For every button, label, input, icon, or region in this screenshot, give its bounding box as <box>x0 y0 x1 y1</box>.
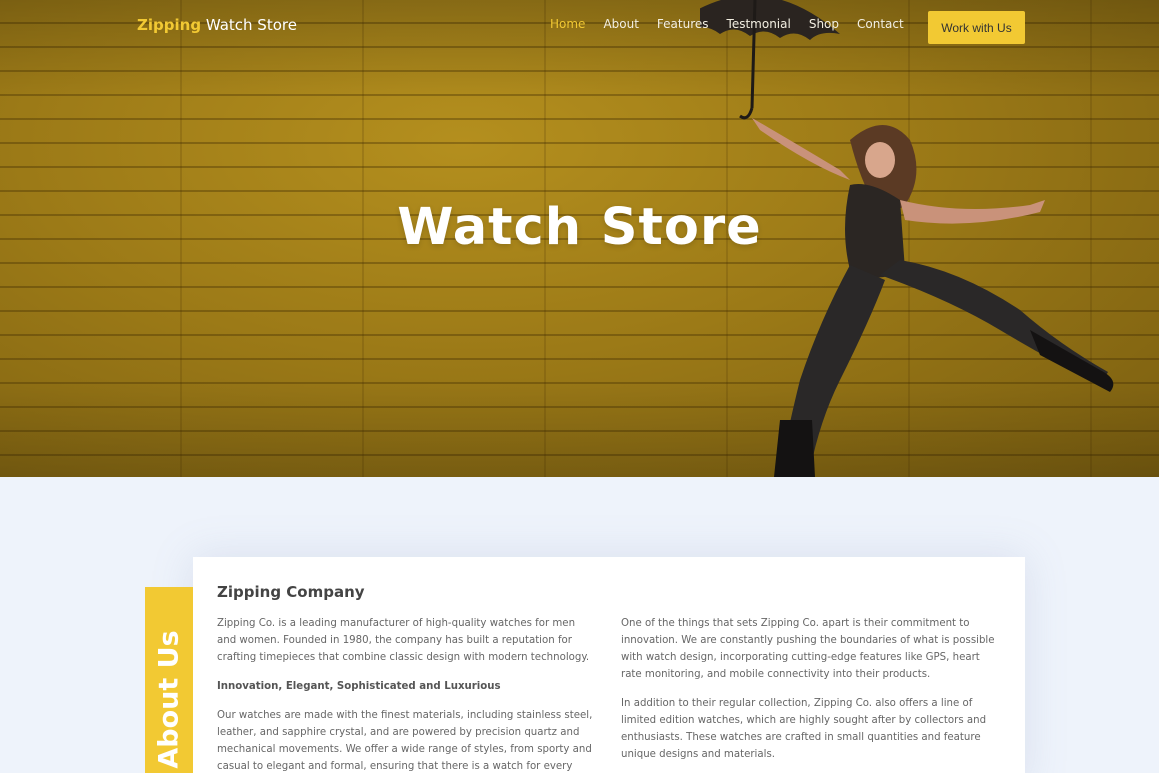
nav-link-shop[interactable]: Shop <box>809 17 839 31</box>
nav-link-features[interactable]: Features <box>657 17 709 31</box>
about-paragraph: Zipping Co. is a leading manufacturer of… <box>217 618 590 663</box>
nav-link-home[interactable]: Home <box>550 17 585 31</box>
about-card: Zipping Company Zipping Co. is a leading… <box>193 557 1025 773</box>
about-left-column: Zipping Co. is a leading manufacturer of… <box>217 615 597 773</box>
about-paragraph: In addition to their regular collection,… <box>621 698 987 760</box>
nav-link-about[interactable]: About <box>603 17 638 31</box>
brand-logo[interactable]: Zipping Watch Store <box>137 16 297 34</box>
about-heading: Zipping Company <box>217 583 365 601</box>
work-with-us-button[interactable]: Work with Us <box>928 11 1025 44</box>
navbar: Zipping Watch Store Home About Features … <box>0 0 1159 56</box>
hero-section: Watch Store <box>0 0 1159 477</box>
about-tagline: Innovation, Elegant, Sophisticated and L… <box>217 681 501 692</box>
nav-link-testimonial[interactable]: Testmonial <box>727 17 791 31</box>
brand-name: Watch Store <box>205 16 297 34</box>
about-tab-label-wrap: About Us <box>145 587 193 773</box>
hero-title: Watch Store <box>397 198 762 257</box>
about-paragraph: Our watches are made with the finest mat… <box>217 710 593 772</box>
nav-links: Home About Features Testmonial Shop Cont… <box>550 17 922 31</box>
nav-link-contact[interactable]: Contact <box>857 17 904 31</box>
about-tab-label: About Us <box>153 630 185 769</box>
brand-accent: Zipping <box>137 16 202 34</box>
about-right-column: One of the things that sets Zipping Co. … <box>621 615 997 773</box>
about-paragraph: One of the things that sets Zipping Co. … <box>621 618 995 680</box>
